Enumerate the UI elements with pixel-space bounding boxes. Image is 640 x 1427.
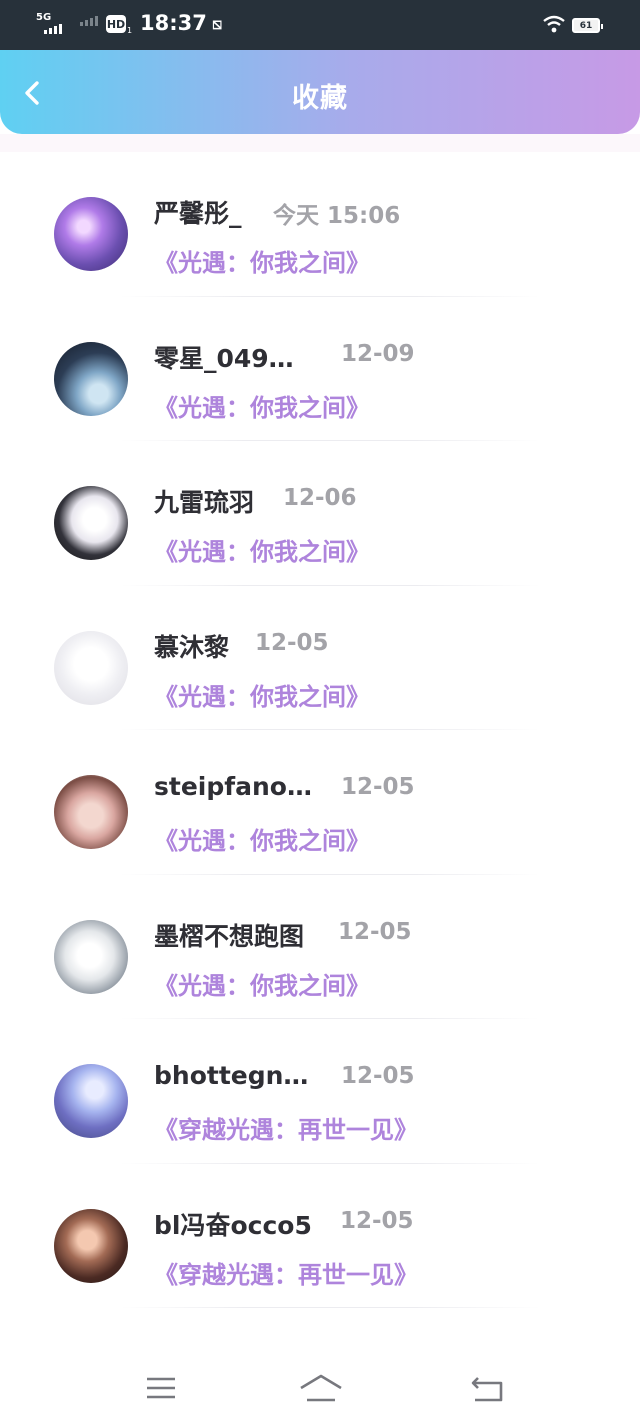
timestamp: 12-05	[341, 774, 415, 800]
list-item[interactable]: 零星_049… 12-09 《光遇：你我之间》	[0, 297, 640, 441]
app-header: 收藏	[0, 50, 640, 134]
user-name: 零星_049…	[154, 343, 294, 373]
network-type: 5G	[36, 12, 52, 23]
avatar[interactable]	[54, 775, 128, 849]
favorites-list: 严馨彤_ 今天 15:06 《光遇：你我之间》 零星_049… 12-09 《光…	[0, 152, 640, 1308]
user-name: 慕沐黎	[154, 632, 230, 662]
list-item[interactable]: 九雷琉羽 12-06 《光遇：你我之间》	[0, 441, 640, 586]
list-item[interactable]: 慕沐黎 12-05 《光遇：你我之间》	[0, 586, 640, 730]
work-title-link[interactable]: 《穿越光遇：再世一见》	[154, 1255, 418, 1290]
user-name: bl冯奋occo5	[154, 1210, 312, 1240]
work-title-link[interactable]: 《光遇：你我之间》	[154, 677, 370, 712]
hd-sub: 1	[127, 26, 133, 35]
cellular-signal-icon: 5G	[36, 12, 70, 36]
work-title-link[interactable]: 《光遇：你我之间》	[154, 821, 370, 856]
avatar[interactable]	[54, 341, 128, 416]
avatar[interactable]	[54, 486, 128, 560]
avatar[interactable]	[54, 919, 128, 994]
user-name: 九雷琉羽	[154, 488, 255, 517]
timestamp: 12-06	[283, 485, 357, 511]
user-name: steipfano…	[154, 772, 312, 801]
work-title-link[interactable]: 《光遇：你我之间》	[154, 532, 370, 567]
list-item[interactable]: bl冯奋occo5 12-05 《穿越光遇：再世一见》	[0, 1164, 640, 1308]
avatar[interactable]	[54, 1064, 128, 1138]
secondary-signal-icon	[80, 16, 98, 26]
timestamp: 12-05	[340, 1207, 414, 1234]
list-item[interactable]: bhottegn… 12-05 《穿越光遇：再世一见》	[0, 1019, 640, 1164]
divider	[120, 1307, 540, 1308]
timestamp: 今天 15:06	[273, 203, 401, 229]
timestamp: 12-05	[255, 629, 329, 656]
screenshot-icon: ⧅	[212, 14, 223, 33]
avatar[interactable]	[54, 1208, 128, 1283]
avatar[interactable]	[54, 630, 128, 705]
status-time: 18:37	[140, 11, 207, 35]
back-icon[interactable]	[468, 1370, 508, 1406]
status-bar: 5G HD 1 18:37 ⧅ 61	[0, 0, 640, 50]
work-title-link[interactable]: 《光遇：你我之间》	[154, 243, 370, 278]
system-nav-bar	[0, 1352, 640, 1427]
user-name: 墨槢不想跑图	[154, 921, 305, 951]
timestamp: 12-05	[338, 918, 412, 945]
timestamp: 12-09	[341, 340, 415, 367]
user-name: bhottegn…	[154, 1061, 309, 1090]
battery-icon: 61	[572, 18, 603, 33]
list-item[interactable]: steipfano… 12-05 《光遇：你我之间》	[0, 730, 640, 875]
home-icon[interactable]	[298, 1370, 344, 1406]
menu-icon[interactable]	[141, 1370, 181, 1406]
timestamp: 12-05	[341, 1063, 415, 1089]
hd-badge: HD	[106, 15, 126, 33]
list-item[interactable]: 墨槢不想跑图 12-05 《光遇：你我之间》	[0, 875, 640, 1019]
user-name: 严馨彤_	[154, 199, 242, 228]
list-item[interactable]: 严馨彤_ 今天 15:06 《光遇：你我之间》	[0, 152, 640, 297]
work-title-link[interactable]: 《光遇：你我之间》	[154, 388, 370, 423]
avatar[interactable]	[54, 197, 128, 271]
work-title-link[interactable]: 《穿越光遇：再世一见》	[154, 1110, 418, 1145]
page-title: 收藏	[292, 83, 348, 114]
header-spacer	[0, 134, 640, 152]
work-title-link[interactable]: 《光遇：你我之间》	[154, 966, 370, 1001]
wifi-icon	[543, 15, 565, 33]
